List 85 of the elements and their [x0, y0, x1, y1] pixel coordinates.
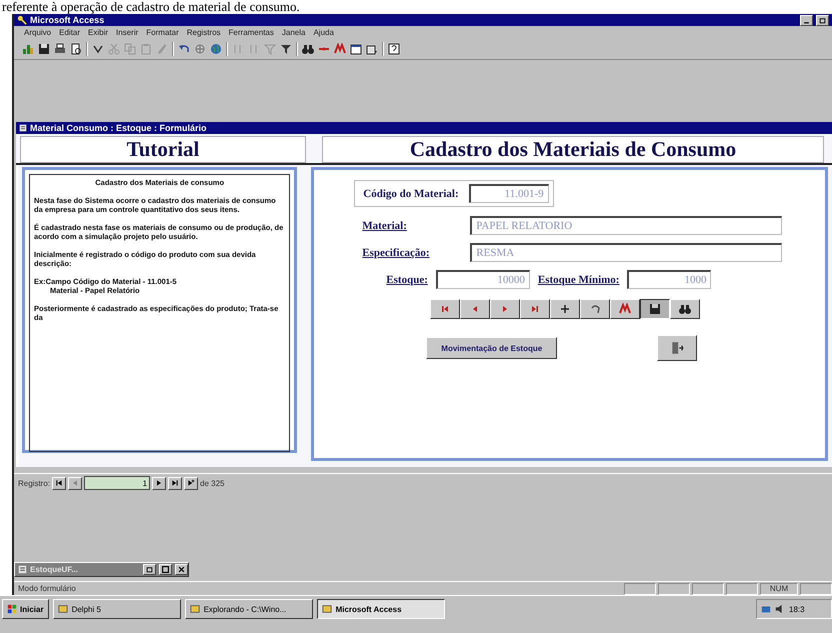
taskbar-button[interactable]: Microsoft Access	[316, 599, 445, 619]
next-record-button[interactable]	[152, 476, 166, 490]
menu-item[interactable]: Arquivo	[24, 28, 52, 37]
key-icon	[17, 15, 27, 25]
num-lock-indicator: NUM	[760, 582, 798, 594]
stock-movement-button[interactable]: Movimentação de Estoque	[426, 337, 558, 359]
new-record-button[interactable]	[550, 299, 580, 319]
form-icon	[18, 565, 27, 574]
field-label: Especificação:	[362, 246, 430, 258]
app-icon	[322, 604, 332, 614]
app-icon	[190, 604, 200, 614]
menu-item[interactable]: Ajuda	[313, 28, 334, 37]
save-icon	[649, 303, 662, 315]
find-button[interactable]	[670, 299, 700, 319]
previous-record-button[interactable]	[460, 299, 490, 319]
record-number-field[interactable]: 1	[84, 476, 150, 490]
field-label: Estoque Mínimo:	[538, 274, 620, 286]
undo-icon[interactable]	[178, 43, 190, 55]
binoculars-icon	[679, 303, 692, 315]
apply-filter-icon[interactable]	[280, 43, 292, 55]
exit-button[interactable]	[657, 335, 698, 361]
first-record-icon	[55, 479, 64, 487]
start-button[interactable]: Iniciar	[2, 599, 49, 619]
previous-record-button[interactable]	[68, 476, 82, 490]
status-pane	[692, 582, 724, 594]
menu-item[interactable]: Exibir	[88, 28, 108, 37]
new-record-button[interactable]	[184, 476, 198, 490]
undo-icon	[589, 303, 602, 315]
status-pane	[624, 582, 656, 594]
status-pane	[726, 582, 758, 594]
undo-button[interactable]	[580, 299, 610, 319]
taskbar-button[interactable]: Delphi 5	[52, 599, 181, 619]
maximize-icon	[162, 566, 169, 573]
field-label: Material:	[362, 220, 408, 232]
binoculars-icon[interactable]	[302, 43, 314, 55]
menu-item[interactable]: Inserir	[116, 28, 138, 37]
delete-record-button[interactable]	[610, 299, 640, 319]
status-pane	[658, 582, 690, 594]
form-title: Material Consumo : Estoque : Formulário	[30, 123, 207, 133]
form-heading: Cadastro dos Materiais de Consumo	[322, 136, 824, 163]
windows-logo-icon	[7, 604, 17, 614]
restore-icon	[819, 16, 826, 24]
close-button[interactable]	[175, 564, 188, 575]
app-icon	[58, 604, 68, 614]
save-icon[interactable]	[38, 43, 50, 55]
last-record-button[interactable]	[520, 299, 550, 319]
status-pane	[800, 582, 832, 594]
globe-icon[interactable]	[210, 43, 222, 55]
menu-item[interactable]: Ferramentas	[228, 28, 274, 37]
form-icon	[19, 124, 27, 132]
maximize-button[interactable]	[159, 564, 172, 575]
restore-icon	[146, 566, 153, 573]
menu-item[interactable]: Formatar	[146, 28, 179, 37]
print-icon[interactable]	[54, 43, 66, 55]
restore-button[interactable]	[143, 564, 156, 575]
record-label: Registro:	[18, 478, 50, 488]
clock: 18:3	[789, 604, 805, 614]
first-record-button[interactable]	[52, 476, 66, 490]
first-record-button[interactable]	[430, 299, 460, 319]
document-caption: referente à operação de cadastro de material de consumo.	[1, 0, 301, 14]
menu-item[interactable]: Registros	[186, 28, 221, 37]
minimized-window-title: EstoqueUF...	[30, 565, 78, 574]
door-icon	[670, 341, 684, 355]
save-button[interactable]	[640, 299, 670, 319]
record-count: de 325	[200, 478, 224, 488]
previous-record-icon	[71, 479, 80, 487]
minimize-button[interactable]	[800, 14, 813, 26]
restore-button[interactable]	[816, 14, 829, 26]
last-record-icon	[171, 479, 180, 487]
new-object-icon[interactable]	[366, 43, 378, 55]
taskbar-button[interactable]: Explorando - C:\Wino...	[184, 599, 313, 619]
close-icon	[178, 566, 185, 573]
field-label: Estoque:	[386, 274, 428, 286]
next-record-button[interactable]	[490, 299, 520, 319]
window-title: Microsoft Access	[30, 15, 104, 25]
database-window-icon[interactable]	[350, 43, 362, 55]
menu-item[interactable]: Janela	[282, 28, 306, 37]
next-record-icon	[155, 479, 164, 487]
field-label: Código do Material:	[363, 188, 459, 200]
help-icon[interactable]	[388, 43, 400, 55]
last-record-button[interactable]	[168, 476, 182, 490]
preview-icon[interactable]	[70, 43, 82, 55]
status-text: Modo formulário	[18, 584, 76, 593]
menu-item[interactable]: Editar	[59, 28, 80, 37]
tutorial-heading: Tutorial	[20, 136, 306, 163]
